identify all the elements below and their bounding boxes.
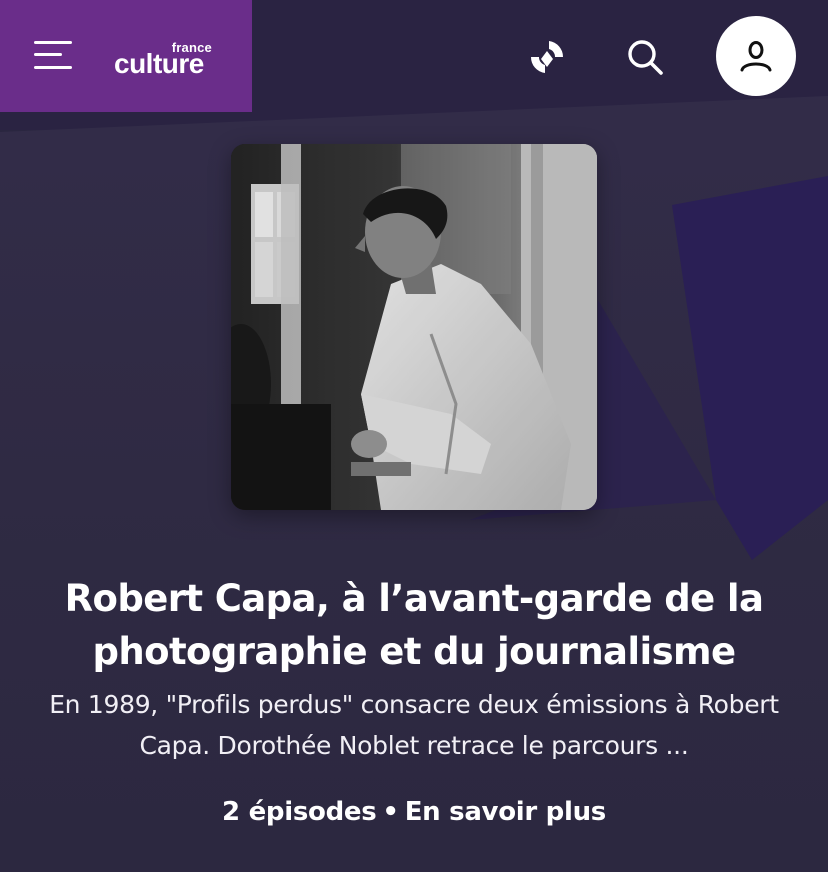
user-account-icon[interactable] [716, 16, 796, 96]
france-culture-logo[interactable]: france culture [114, 40, 224, 84]
learn-more-link[interactable]: En savoir plus [405, 797, 607, 827]
show-cover-image [231, 144, 597, 510]
episode-count: 2 épisodes [222, 797, 377, 827]
show-meta: 2 épisodes • En savoir plus [0, 797, 828, 827]
meta-separator: • [382, 797, 399, 827]
live-radio-icon[interactable] [524, 34, 570, 80]
logo-main-text: culture [114, 48, 204, 79]
menu-icon[interactable] [34, 38, 74, 72]
show-title: Robert Capa, à l’avant-garde de la photo… [64, 577, 764, 673]
search-icon[interactable] [620, 32, 670, 82]
show-description[interactable]: En 1989, "Profils perdus" consacre deux … [24, 684, 804, 766]
top-bar: france culture [0, 0, 828, 112]
brand-area: france culture [0, 0, 252, 112]
